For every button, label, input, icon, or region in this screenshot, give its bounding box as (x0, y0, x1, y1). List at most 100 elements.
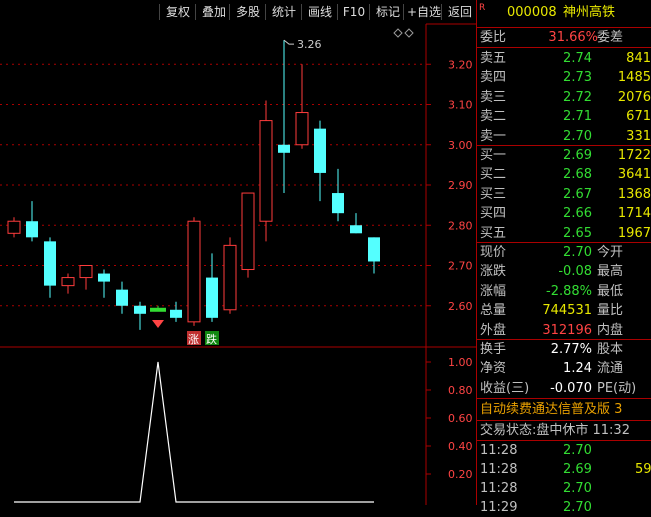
high-label: 3.26 (297, 38, 322, 51)
row-volume: 1722 (617, 148, 651, 163)
tick-volume: 59 (635, 462, 651, 477)
row-value: 2.65 (563, 225, 592, 241)
row-volume: 841 (626, 51, 651, 66)
tick-row: 11:28 2.70 (477, 441, 651, 460)
quote-row: 涨跌 -0.08 最高 (477, 262, 651, 281)
row-label: 买五 (480, 225, 507, 241)
candle-body (295, 112, 309, 146)
tick-time: 11:28 (480, 462, 518, 477)
row-volume: 1967 (617, 225, 651, 241)
row-volume: 3641 (617, 167, 651, 183)
candle-body (44, 241, 56, 286)
y-tick-label: 2.70 (448, 260, 473, 273)
row-value: 2.68 (563, 167, 592, 183)
row-value: 2.71 (563, 109, 592, 125)
row-label: 卖五 (480, 51, 507, 66)
row-label-2: 内盘 (597, 322, 624, 338)
tick-time: 11:28 (480, 481, 518, 496)
row-value: 2.72 (563, 89, 592, 105)
quote-row: 外盘 312196 内盘 (477, 321, 651, 340)
quote-row: 买二 2.68 3641 (477, 165, 651, 184)
candle-body (350, 225, 362, 234)
row-label: 买一 (480, 148, 507, 163)
candle-body (241, 192, 255, 271)
quote-row: 买一 2.69 1722 (477, 146, 651, 165)
quote-row: 收益(三) -0.070 PE(动) (477, 379, 651, 398)
row-value: 2.69 (563, 148, 592, 163)
stock-name: 神州高铁 (563, 5, 616, 20)
row-label-2: 最低 (597, 283, 624, 299)
tick-price: 2.70 (563, 443, 592, 458)
row-value: 1.24 (563, 361, 592, 377)
row-value: 2.70 (563, 245, 592, 260)
candle-body (61, 277, 75, 287)
fall-tag-label: 跌 (206, 332, 217, 346)
tick-row: 11:29 2.70 (477, 498, 651, 517)
row-label: 外盘 (480, 322, 507, 338)
lower-y-tick-label: 1.00 (448, 356, 473, 369)
notice-bar[interactable]: 自动续费通达信普及版 3 (477, 400, 651, 419)
row-label: 买四 (480, 206, 507, 222)
quote-row: 换手 2.77% 股本 (477, 340, 651, 359)
tick-price: 2.69 (563, 462, 592, 477)
quote-row: 卖四 2.73 1485 (477, 68, 651, 87)
candle-body (7, 220, 21, 234)
tick-time: 11:29 (480, 500, 518, 515)
row-value: -0.070 (550, 380, 592, 396)
candle-body (79, 265, 93, 279)
y-tick-label: 3.20 (448, 58, 473, 71)
row-label: 收益(三) (480, 380, 530, 396)
lower-y-tick-label: 0.40 (448, 440, 473, 453)
y-tick-label: 2.80 (448, 219, 473, 232)
row-volume: 1714 (617, 206, 651, 222)
row-volume: 331 (626, 128, 651, 144)
row-volume: 1485 (617, 70, 651, 86)
stock-code: 000008 (507, 5, 557, 20)
tick-time: 11:28 (480, 443, 518, 458)
candle-body (314, 128, 326, 173)
row-label: 卖三 (480, 89, 507, 105)
lower-y-tick-label: 0.20 (448, 468, 473, 481)
row-label-2: PE(动) (597, 380, 637, 396)
quote-row: 总量 744531 量比 (477, 301, 651, 320)
row-label-2: 量比 (597, 303, 624, 319)
quote-row: 卖二 2.71 671 (477, 107, 651, 126)
candle-body (259, 120, 273, 222)
kline-chart[interactable]: 3.26 涨跌 3.20 3.10 3.00 2.90 2.80 2.70 2.60 1.00… (0, 0, 476, 505)
candle-body (134, 305, 146, 314)
quote-row: 买三 2.67 1368 (477, 185, 651, 204)
row-label-2: 流通 (597, 361, 624, 377)
row-label: 卖四 (480, 70, 507, 86)
candle-body (368, 237, 380, 262)
candle-body (223, 244, 237, 311)
commission-row: 委比 31.66% 委差 (477, 28, 651, 47)
row-label: 卖一 (480, 128, 507, 144)
lower-y-tick-label: 0.80 (448, 384, 473, 397)
quote-row: 买五 2.65 1967 (477, 224, 651, 243)
quote-row: 现价 2.70 今开 (477, 243, 651, 262)
quote-panel: R 000008 神州高铁 委比 31.66% 委差 自动续费通达信普及版 3 … (476, 0, 651, 515)
row-label: 换手 (480, 342, 507, 357)
row-label-2: 今开 (597, 245, 624, 260)
tick-price: 2.70 (563, 481, 592, 496)
y-tick-label: 2.60 (448, 300, 473, 313)
stock-header: R 000008 神州高铁 (477, 3, 651, 22)
quote-row: 卖五 2.74 841 (477, 49, 651, 68)
candle-body (116, 289, 128, 306)
candle-body (278, 144, 290, 153)
tick-row: 11:28 2.70 (477, 479, 651, 498)
row-value: 744531 (542, 303, 592, 319)
row-volume: 671 (626, 109, 651, 125)
tick-row: 11:28 2.69 59 (477, 460, 651, 479)
commission-value: 31.66% (548, 30, 598, 45)
row-value: 2.70 (563, 128, 592, 144)
row-label: 涨跌 (480, 264, 507, 280)
candle-body (170, 309, 182, 318)
row-label-2: 股本 (597, 342, 624, 357)
row-value: 312196 (542, 322, 592, 338)
row-label: 现价 (480, 245, 507, 260)
candle-body (187, 220, 201, 323)
quote-row: 卖一 2.70 331 (477, 127, 651, 146)
candle-body (206, 277, 218, 318)
tick-price: 2.70 (563, 500, 592, 515)
